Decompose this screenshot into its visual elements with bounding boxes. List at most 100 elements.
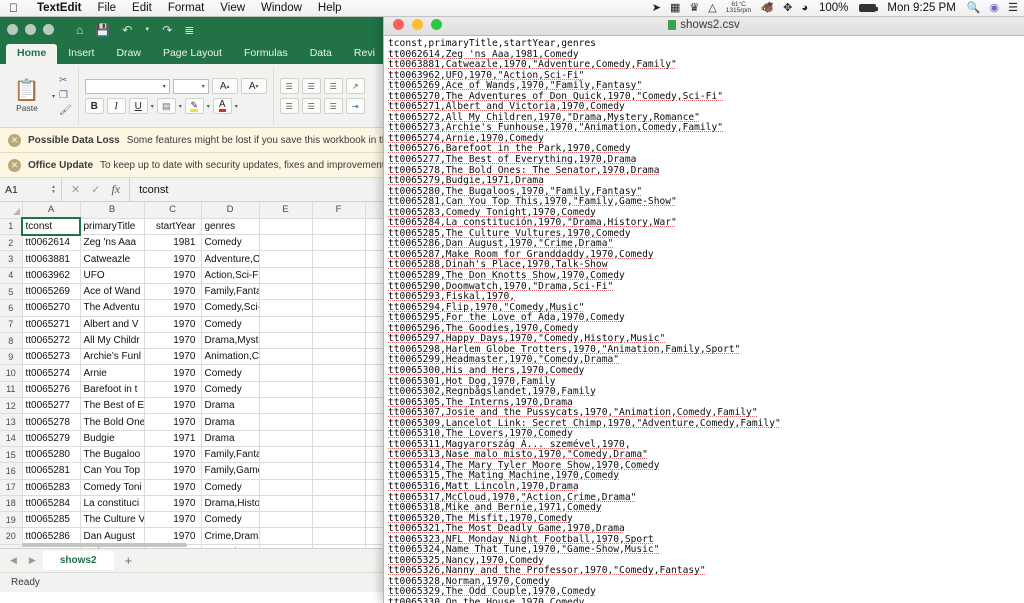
table-cell[interactable]: 1970 <box>144 267 202 284</box>
menu-edit[interactable]: Edit <box>124 2 160 14</box>
row-header[interactable]: 4 <box>0 267 23 284</box>
table-cell[interactable] <box>312 462 366 480</box>
menu-window[interactable]: Window <box>253 2 310 14</box>
table-cell[interactable]: Comedy <box>201 511 260 529</box>
menu-view[interactable]: View <box>212 2 253 14</box>
table-cell[interactable]: Arnie <box>80 364 145 382</box>
table-cell[interactable] <box>259 479 313 496</box>
textedit-window-controls[interactable] <box>384 19 442 30</box>
horizontal-scrollbar[interactable] <box>22 543 390 548</box>
table-cell[interactable] <box>312 250 366 268</box>
table-cell[interactable]: Drama,Mystery,Romance <box>201 332 260 350</box>
temperature-readout[interactable]: 61°C 1315rpm <box>726 1 752 15</box>
table-cell[interactable]: Comedy <box>201 234 260 252</box>
table-cell[interactable] <box>312 218 366 236</box>
table-cell[interactable]: 1970 <box>144 364 202 382</box>
crown-icon[interactable]: ♛ <box>689 2 699 14</box>
row-header[interactable]: 3 <box>0 250 23 268</box>
bluetooth-icon[interactable]: ✥ <box>783 2 792 14</box>
table-cell[interactable]: The Culture V <box>80 511 145 529</box>
row-header[interactable]: 13 <box>0 413 23 431</box>
table-cell[interactable]: tt0063881 <box>22 250 81 268</box>
table-cell[interactable]: Dan August <box>80 527 145 545</box>
row-header[interactable]: 1 <box>0 218 23 236</box>
save-icon[interactable]: 💾 <box>95 24 110 36</box>
font-color-button[interactable]: A <box>212 98 232 114</box>
table-cell[interactable] <box>259 348 313 366</box>
column-header-f[interactable]: F <box>312 202 366 219</box>
table-cell[interactable]: All My Childr <box>80 332 145 350</box>
table-cell[interactable]: tt0063962 <box>22 267 81 284</box>
underline-button[interactable]: U <box>128 98 148 114</box>
textedit-title-bar[interactable]: shows2.csv <box>384 14 1024 36</box>
table-cell[interactable]: tt0065281 <box>22 462 81 480</box>
search-icon[interactable]: 🔍 <box>967 2 981 14</box>
borders-dropdown-icon[interactable]: ▾ <box>179 103 182 110</box>
menu-bar-clock[interactable]: Mon 9:25 PM <box>885 2 957 14</box>
siri-icon[interactable]: ◉ <box>990 2 1000 14</box>
undo-dropdown-icon[interactable]: ▼ <box>144 27 150 33</box>
table-cell[interactable] <box>312 527 366 545</box>
copy-icon[interactable]: ❐ <box>59 91 72 101</box>
shrink-font-button[interactable]: A ▾ <box>240 78 267 94</box>
row-header[interactable]: 5 <box>0 283 23 301</box>
ribbon-tab-insert[interactable]: Insert <box>57 44 105 64</box>
table-cell[interactable] <box>259 218 313 236</box>
table-cell[interactable]: The Best of E <box>80 397 145 415</box>
table-cell[interactable] <box>259 495 313 513</box>
table-cell[interactable] <box>259 234 313 252</box>
ribbon-tab-formulas[interactable]: Formulas <box>233 44 299 64</box>
table-cell[interactable]: 1970 <box>144 316 202 333</box>
table-cell[interactable]: 1970 <box>144 527 202 545</box>
fx-icon[interactable]: fx <box>111 182 120 197</box>
excel-window-controls[interactable] <box>7 24 54 35</box>
column-header-e[interactable]: E <box>259 202 313 219</box>
table-cell[interactable] <box>312 332 366 350</box>
font-color-dropdown-icon[interactable]: ▾ <box>235 103 238 110</box>
fill-color-dropdown-icon[interactable]: ▾ <box>207 103 210 110</box>
table-cell[interactable] <box>312 283 366 301</box>
ribbon-tab-data[interactable]: Data <box>299 44 343 64</box>
font-size-input[interactable]: ▾ <box>172 78 209 94</box>
row-header[interactable]: 14 <box>0 430 23 447</box>
table-cell[interactable]: Comedy <box>201 316 260 333</box>
table-cell[interactable]: 1970 <box>144 462 202 480</box>
paste-dropdown-icon[interactable]: ▾ <box>52 93 55 100</box>
align-top-button[interactable]: ☰ <box>279 78 299 94</box>
table-cell[interactable] <box>312 430 366 447</box>
table-cell[interactable]: tt0065274 <box>22 364 81 382</box>
menu-app-name[interactable]: TextEdit <box>29 2 90 14</box>
table-cell[interactable] <box>259 397 313 415</box>
table-cell[interactable] <box>312 413 366 431</box>
table-cell[interactable]: tt0065286 <box>22 527 81 545</box>
table-cell[interactable] <box>259 332 313 350</box>
table-cell[interactable]: Comedy <box>201 381 260 399</box>
table-cell[interactable]: Zeg 'ns Aaa <box>80 234 145 252</box>
table-cell[interactable]: tt0065285 <box>22 511 81 529</box>
table-cell[interactable]: tconst <box>21 217 81 236</box>
menu-format[interactable]: Format <box>160 2 212 14</box>
table-cell[interactable]: Drama <box>201 413 260 431</box>
table-cell[interactable]: Action,Sci-Fi <box>201 267 260 284</box>
table-cell[interactable] <box>259 381 313 399</box>
table-cell[interactable]: Comedy <box>201 479 260 496</box>
table-cell[interactable]: Catweazle <box>80 250 145 268</box>
table-cell[interactable]: Albert and V <box>80 316 145 333</box>
table-cell[interactable] <box>259 299 313 317</box>
ribbon-tab-home[interactable]: Home <box>6 44 58 64</box>
table-cell[interactable]: startYear <box>144 218 202 236</box>
row-header[interactable]: 20 <box>0 527 23 545</box>
table-cell[interactable]: Barefoot in t <box>80 381 145 399</box>
customize-icon[interactable]: ≣ <box>184 24 194 36</box>
table-cell[interactable] <box>312 234 366 252</box>
home-icon[interactable]: ⌂ <box>76 24 83 36</box>
formula-input[interactable]: tconst <box>130 184 390 196</box>
ribbon-tab-review[interactable]: Revi <box>343 44 386 64</box>
table-cell[interactable] <box>259 250 313 268</box>
table-cell[interactable]: Adventure,Comedy,Family <box>201 250 260 268</box>
row-header[interactable]: 12 <box>0 397 23 415</box>
row-header[interactable]: 7 <box>0 316 23 333</box>
control-center-icon[interactable]: ☰ <box>1008 2 1018 14</box>
table-cell[interactable]: tt0065278 <box>22 413 81 431</box>
close-circle-icon[interactable]: ✕ <box>8 158 21 172</box>
